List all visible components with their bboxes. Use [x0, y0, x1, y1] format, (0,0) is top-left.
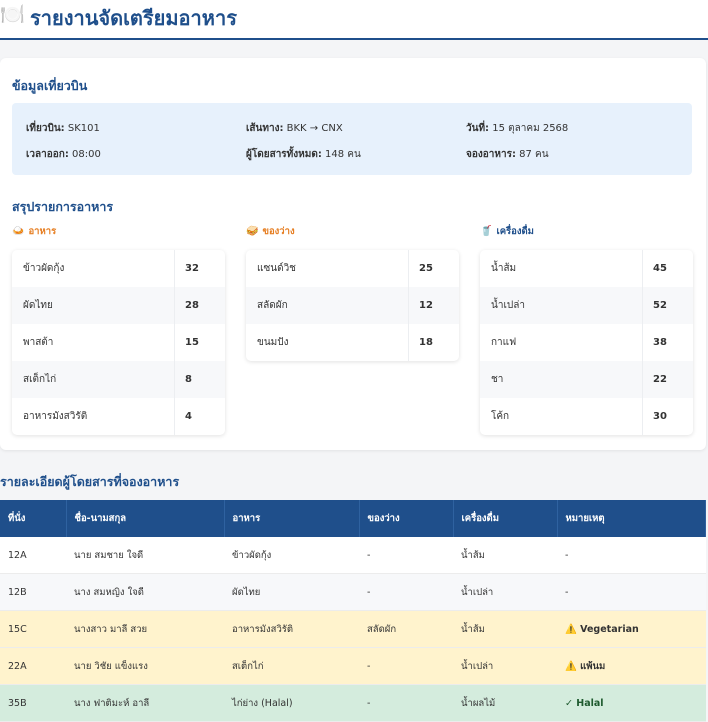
food-cell: ผัดไทย [224, 573, 359, 611]
seat-cell: 12B [0, 573, 66, 611]
col-snack: ของว่าง [359, 500, 454, 537]
table-row: 35B นาง ฟาติมะห์ อาลี ไก่ย่าง (Halal) - … [0, 684, 706, 722]
table-row: 12B นาง สมหญิง ใจดี ผัดไทย - น้ำเปล่า - [0, 573, 706, 611]
food-row: ข้าวผัดกุ้ง 32 [12, 250, 225, 287]
col-food: อาหาร [224, 500, 360, 537]
food-row: ผัดไทย 28 [12, 287, 225, 324]
sandwich-icon: 🥪 [246, 226, 259, 237]
col-drink: เครื่องดื่ม [453, 500, 558, 537]
flight-route: เส้นทาง: BKK → CNX [246, 123, 343, 134]
name-cell: นาง สมหญิง ใจดี [66, 573, 224, 611]
food-row: พาสต้า 15 [12, 324, 225, 361]
plate-icon: 🍽️ [0, 2, 25, 26]
flight-number: เที่ยวบิน: SK101 [26, 123, 100, 134]
drink-icon: 🥤 [480, 226, 493, 237]
flight-info-box: เที่ยวบิน: SK101 เส้นทาง: BKK → CNX วันท… [12, 103, 692, 175]
name-cell: นาย วิชัย แข็งแรง [66, 647, 224, 685]
food-cell: ไก่ย่าง (Halal) [224, 684, 359, 722]
table-header-row: ที่นั่ง ชื่อ-นามสกุล อาหาร ของว่าง เครื่… [0, 500, 706, 537]
snack-row: ขนมปัง 18 [246, 324, 459, 361]
drink-row: กาแฟ 38 [480, 324, 693, 361]
name-cell: นางสาว มาลี สวย [66, 610, 224, 648]
snack-cell: - [359, 684, 453, 722]
drink-row: ชา 22 [480, 361, 693, 398]
note-cell: - [557, 573, 706, 611]
food-summary-card: ข้าวผัดกุ้ง 32 ผัดไทย 28 พาสต้า 15 สเต็กไก่… [12, 250, 225, 435]
flight-date: วันที่: 15 ตุลาคม 2568 [466, 123, 569, 134]
seat-cell: 35B [0, 684, 66, 722]
passenger-details-heading: รายละเอียดผู้โดยสารที่จองอาหาร [0, 474, 180, 489]
departure-time: เวลาออก: 08:00 [26, 149, 101, 160]
table-row: 22A นาย วิชัย แข็งแรง สเต็กไก่ - น้ำเปล่… [0, 647, 706, 685]
summary-heading: สรุปรายการอาหาร [12, 199, 114, 214]
table-row: 15C นางสาว มาลี สวย อาหารมังสวิรัติ สลัด… [0, 610, 706, 648]
snack-row: สลัดผัก 12 [246, 287, 459, 324]
snack-row: แซนด์วิช 25 [246, 250, 459, 287]
curry-icon: 🍛 [12, 226, 25, 237]
snack-cell: - [359, 647, 453, 685]
drink-row: น้ำเปล่า 52 [480, 287, 693, 324]
table-row: 12A นาย สมชาย ใจดี ข้าวผัดกุ้ง - น้ำส้ม … [0, 537, 706, 574]
drink-row: น้ำส้ม 45 [480, 250, 693, 287]
snack-cell: สลัดผัก [359, 610, 453, 648]
drink-cell: น้ำส้ม [453, 610, 557, 648]
snack-cell: - [359, 573, 453, 611]
food-row: สเต็กไก่ 8 [12, 361, 225, 398]
total-passengers: ผู้โดยสารทั้งหมด: 148 คน [246, 149, 361, 160]
seat-cell: 22A [0, 647, 66, 685]
seat-cell: 15C [0, 610, 66, 648]
food-cell: ข้าวผัดกุ้ง [224, 537, 359, 574]
drink-category-title: 🥤 เครื่องดื่ม [480, 226, 534, 237]
snack-summary-card: แซนด์วิช 25 สลัดผัก 12 ขนมปัง 18 [246, 250, 459, 361]
snack-category-title: 🥪 ของว่าง [246, 226, 295, 237]
drink-row: โค้ก 30 [480, 398, 693, 435]
col-seat: ที่นั่ง [0, 500, 67, 537]
drink-summary-card: น้ำส้ม 45 น้ำเปล่า 52 กาแฟ 38 ชา 22 โค้ก 30 [480, 250, 693, 435]
food-category-title: 🍛 อาหาร [12, 226, 57, 237]
passenger-table: ที่นั่ง ชื่อ-นามสกุล อาหาร ของว่าง เครื่… [0, 500, 706, 722]
note-cell: ⚠️ แพ้นม [557, 647, 706, 685]
drink-cell: น้ำส้ม [453, 537, 557, 574]
snack-cell: - [359, 537, 453, 574]
seat-cell: 12A [0, 537, 66, 574]
food-cell: สเต็กไก่ [224, 647, 359, 685]
note-cell: ✓ Halal [557, 684, 706, 722]
flight-info-heading: ข้อมูลเที่ยวบิน [12, 78, 88, 93]
meals-booked: จองอาหาร: 87 คน [466, 149, 549, 160]
name-cell: นาง ฟาติมะห์ อาลี [66, 684, 224, 722]
page-title: รายงานจัดเตรียมอาหาร [30, 6, 237, 30]
note-cell: ⚠️ Vegetarian [557, 610, 706, 648]
food-cell: อาหารมังสวิรัติ [224, 610, 359, 648]
col-name: ชื่อ-นามสกุล [66, 500, 225, 537]
warning-icon: ⚠️ [565, 623, 577, 635]
note-cell: - [557, 537, 706, 574]
col-note: หมายเหตุ [557, 500, 706, 537]
drink-cell: น้ำเปล่า [453, 573, 557, 611]
name-cell: นาย สมชาย ใจดี [66, 537, 224, 574]
page-header: 🍽️ รายงานจัดเตรียมอาหาร [0, 0, 708, 40]
warning-icon: ⚠️ [565, 660, 577, 672]
food-row: อาหารมังสวิรัติ 4 [12, 398, 225, 435]
drink-cell: น้ำผลไม้ [453, 684, 557, 722]
check-icon: ✓ [565, 697, 573, 709]
drink-cell: น้ำเปล่า [453, 647, 557, 685]
